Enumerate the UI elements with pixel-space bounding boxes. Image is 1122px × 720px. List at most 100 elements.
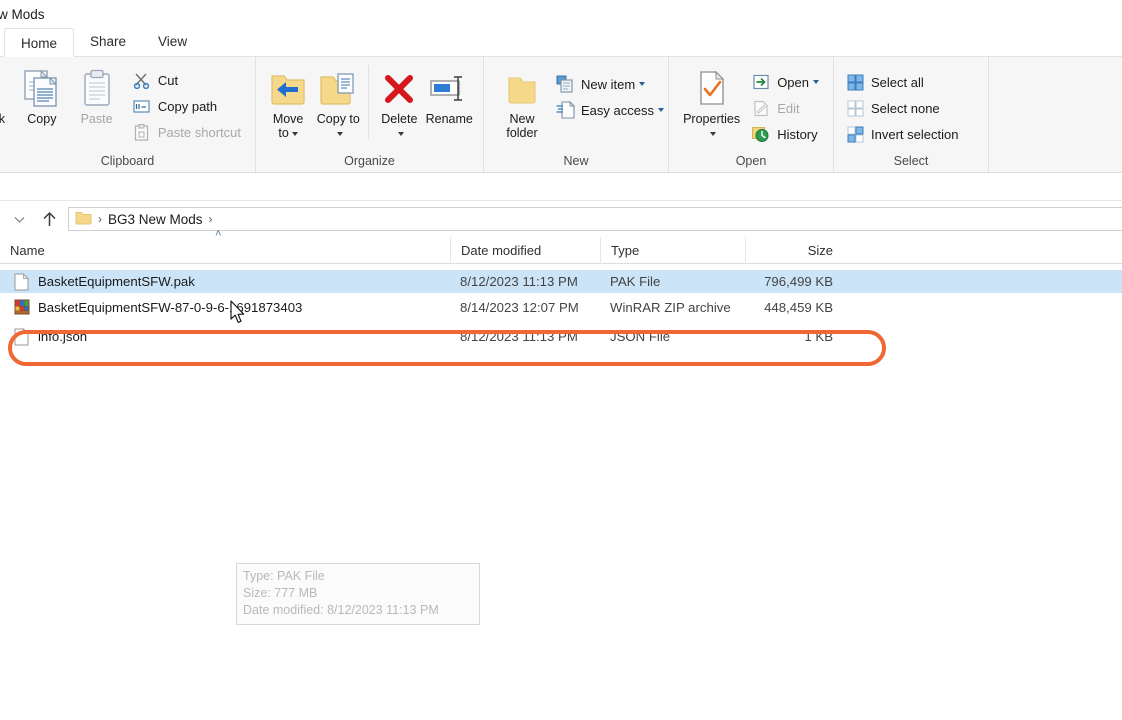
file-type-cell: PAK File	[610, 274, 661, 289]
select-none-icon	[844, 100, 866, 117]
window-title: w Mods	[0, 6, 45, 22]
group-label-clipboard: Clipboard	[100, 154, 155, 168]
copy-to-button[interactable]: Copy to	[314, 65, 362, 142]
select-all-button[interactable]: Select all	[842, 69, 964, 95]
new-folder-button[interactable]: New folder	[502, 65, 542, 142]
chevron-down-icon[interactable]	[291, 131, 298, 136]
chevron-down-icon[interactable]	[397, 131, 404, 136]
cut-button[interactable]: Cut	[129, 67, 247, 93]
edit-button[interactable]: Edit	[748, 95, 825, 121]
column-header-date-modified-label: Date modified	[461, 242, 542, 258]
file-date-cell: 8/12/2023 11:13 PM	[460, 274, 578, 289]
ribbon-group-open: Properties Open Edit History Open	[668, 57, 833, 172]
new-folder-label: New folder	[506, 112, 538, 140]
ribbon-tabstrip: Home Share View	[0, 28, 1122, 57]
column-header-date-modified[interactable]: Date modified	[450, 236, 600, 264]
history-button[interactable]: History	[748, 121, 825, 147]
delete-label: Delete	[381, 112, 417, 140]
generic-file-icon	[14, 272, 30, 291]
file-date-cell: 8/12/2023 11:13 PM	[460, 329, 578, 344]
delete-x-icon	[381, 67, 417, 111]
open-button[interactable]: Open	[748, 69, 825, 95]
file-name-label: BasketEquipmentSFW-87-0-9-6-1691873403	[38, 300, 303, 315]
pin-to-quick-access-button[interactable]: ck	[0, 65, 12, 128]
paste-label: Paste	[80, 112, 113, 126]
paste-shortcut-icon	[131, 123, 153, 141]
select-none-label: Select none	[871, 100, 940, 116]
column-header-type-label: Type	[611, 242, 640, 258]
breadcrumb-separator-1[interactable]: ›	[209, 212, 213, 226]
file-name-label: info.json	[38, 329, 88, 344]
copy-path-button[interactable]: Copy path	[129, 93, 247, 119]
chevron-down-icon[interactable]	[710, 131, 717, 136]
file-type-cell: WinRAR ZIP archive	[610, 300, 731, 315]
tab-home[interactable]: Home	[4, 28, 75, 57]
edit-icon	[750, 100, 772, 117]
history-label: History	[777, 126, 818, 142]
copy-button[interactable]: Copy	[18, 65, 67, 128]
chevron-down-icon[interactable]	[657, 108, 664, 112]
chevron-down-icon	[14, 216, 24, 223]
edit-label: Edit	[777, 100, 800, 116]
chevron-down-icon[interactable]	[813, 80, 819, 84]
properties-text: Properties	[683, 112, 741, 126]
breadcrumb-item-bg3-new-mods[interactable]: BG3 New Mods	[108, 212, 203, 227]
tab-view[interactable]: View	[142, 27, 203, 56]
tab-home-label: Home	[21, 36, 58, 51]
generic-file-icon	[14, 327, 30, 346]
tab-share-label: Share	[90, 34, 127, 49]
ribbon-underline-band	[0, 173, 1122, 201]
invert-selection-icon	[844, 126, 866, 143]
table-row[interactable]: info.json 8/12/2023 11:13 PM JSON File 1…	[0, 325, 1122, 348]
select-none-button[interactable]: Select none	[842, 95, 964, 121]
group-label-new: New	[563, 154, 589, 168]
pin-to-quick-access-label: ck	[0, 112, 5, 126]
tab-share[interactable]: Share	[74, 27, 142, 56]
file-name-cell: info.json	[0, 325, 450, 348]
organize-divider	[368, 65, 370, 139]
new-item-icon	[554, 75, 576, 93]
column-header-row: Name ˄ Date modified Type Size	[0, 228, 1122, 264]
column-header-size[interactable]: Size	[745, 236, 845, 264]
ribbon-filler	[988, 57, 1122, 172]
table-row[interactable]: BasketEquipmentSFW.pak 8/12/2023 11:13 P…	[0, 270, 1122, 293]
new-item-button[interactable]: New item	[552, 71, 670, 97]
ribbon: ck Copy	[0, 57, 1122, 173]
column-header-name[interactable]: Name ˄	[0, 228, 450, 264]
rename-button[interactable]: Rename	[423, 65, 475, 128]
file-name-cell: BasketEquipmentSFW.pak	[0, 270, 450, 293]
breadcrumb-separator-0: ›	[98, 212, 102, 226]
copy-to-text: Copy to	[316, 112, 360, 126]
copy-path-icon	[131, 99, 153, 114]
up-arrow-icon	[42, 211, 56, 226]
cut-label: Cut	[157, 72, 179, 88]
move-to-button[interactable]: Move to	[264, 65, 312, 142]
up-one-level-button[interactable]	[36, 206, 62, 232]
recent-locations-button[interactable]	[6, 206, 32, 232]
tooltip-date-line: Date modified: 8/12/2023 11:13 PM	[243, 603, 439, 617]
ribbon-group-new: New folder New item Easy access New	[483, 57, 668, 172]
select-all-label: Select all	[871, 74, 924, 90]
copy-icon	[23, 67, 61, 111]
column-header-name-label: Name	[10, 242, 45, 258]
file-size-cell: 448,459 KB	[764, 300, 833, 315]
new-item-label: New item	[581, 76, 636, 92]
properties-button[interactable]: Properties	[679, 65, 744, 142]
chevron-down-icon[interactable]	[639, 82, 646, 86]
delete-button[interactable]: Delete	[375, 65, 423, 142]
chevron-down-icon[interactable]	[336, 131, 343, 136]
tooltip-size-line: Size: 777 MB	[243, 586, 318, 600]
paste-button[interactable]: Paste	[72, 65, 121, 128]
file-date-cell: 8/14/2023 12:07 PM	[460, 300, 579, 315]
tooltip-type-line: Type: PAK File	[243, 569, 325, 583]
folder-icon	[75, 210, 92, 228]
paste-shortcut-button[interactable]: Paste shortcut	[129, 119, 247, 145]
move-to-label: Move to	[266, 112, 310, 140]
invert-selection-button[interactable]: Invert selection	[842, 121, 964, 147]
move-to-text: Move to	[272, 112, 304, 140]
history-icon	[750, 126, 772, 143]
table-row[interactable]: BasketEquipmentSFW-87-0-9-6-1691873403 8…	[0, 296, 1122, 319]
address-bar[interactable]: › BG3 New Mods ›	[68, 207, 1122, 231]
column-header-type[interactable]: Type	[600, 236, 745, 264]
easy-access-button[interactable]: Easy access	[552, 97, 670, 123]
